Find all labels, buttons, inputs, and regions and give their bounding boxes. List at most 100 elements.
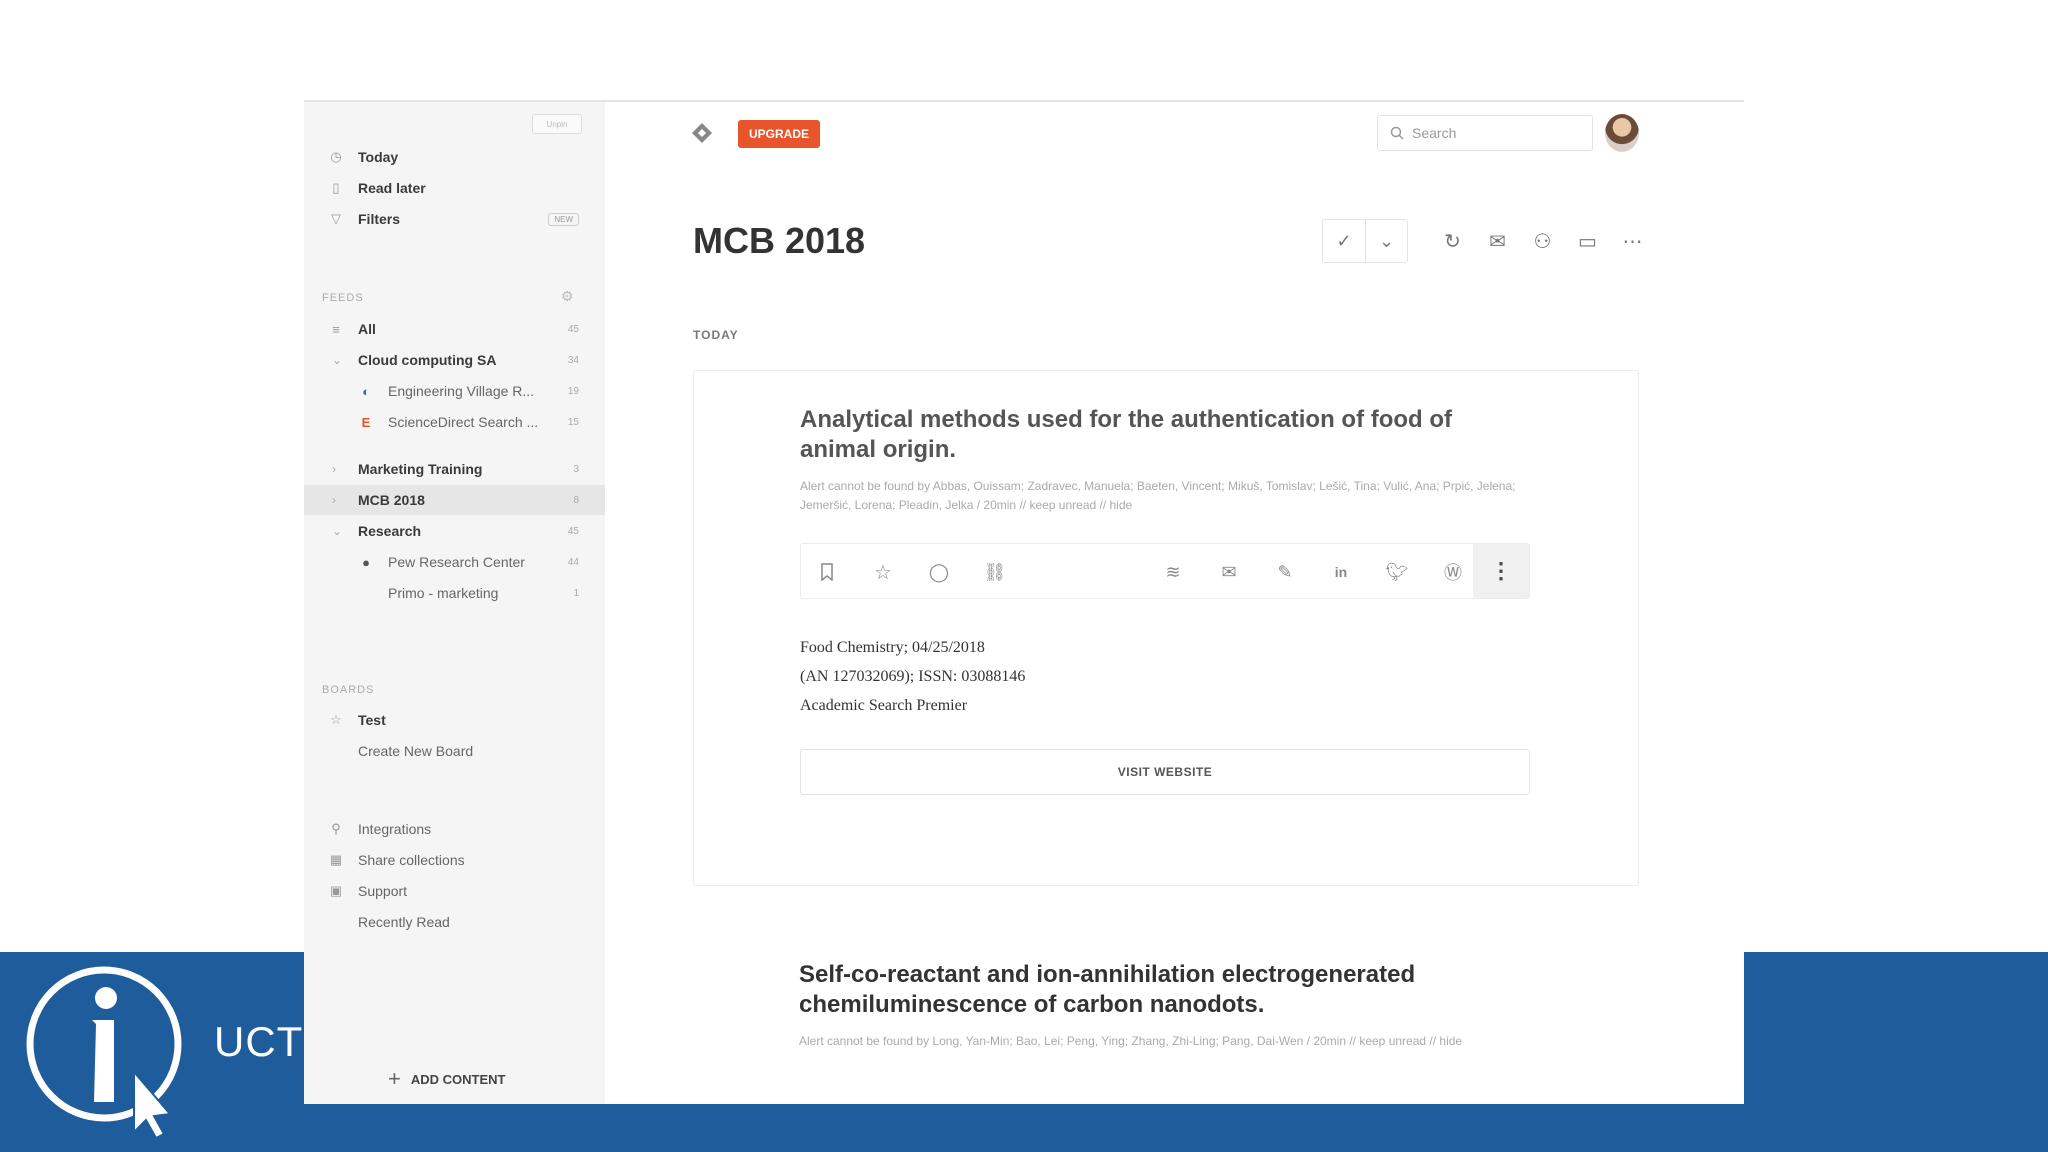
buffer-icon[interactable]: ≋: [1159, 558, 1187, 586]
unread-count: 1: [573, 587, 579, 599]
linkedin-icon[interactable]: in: [1327, 558, 1355, 586]
grid-icon: ▦: [329, 852, 343, 867]
unread-count: 45: [567, 323, 579, 335]
board-label: Create New Board: [358, 743, 474, 759]
article-source-line: Food Chemistry; 04/25/2018: [800, 639, 985, 656]
avatar[interactable]: [1605, 114, 1639, 152]
list-icon: ≡: [332, 321, 340, 337]
bookmark-icon[interactable]: [813, 558, 841, 586]
sidebar-item-label: Share collections: [358, 852, 465, 868]
article-body: Food Chemistry; 04/25/2018 (AN 127032069…: [800, 633, 1025, 720]
feed-label: ScienceDirect Search ...: [388, 414, 539, 430]
pew-research-icon: ●: [362, 554, 370, 570]
unpin-sidebar-button[interactable]: Unpin: [532, 114, 582, 134]
org-name: UCT: [214, 1018, 304, 1065]
search-icon: [1390, 126, 1404, 140]
link-icon[interactable]: ⛓: [981, 558, 1009, 586]
article-meta: Alert cannot be found by Abbas, Ouissam;…: [800, 479, 1516, 512]
unread-count: 19: [567, 385, 579, 397]
feeds-header: FEEDS: [322, 292, 364, 304]
wordpress-icon[interactable]: Ⓦ: [1439, 558, 1467, 586]
visit-website-button[interactable]: VISIT WEBSITE: [800, 749, 1530, 795]
add-content-button[interactable]: + ADD CONTENT: [388, 1066, 505, 1092]
title-actions: ✓ ⌄ ↻ ✉ ⚇ ▭ ⋯: [1322, 219, 1655, 263]
feed-label: Engineering Village R...: [388, 383, 535, 399]
article-card: Analytical methods used for the authenti…: [693, 370, 1639, 886]
feed-label: All: [358, 321, 376, 337]
add-content-label: ADD CONTENT: [410, 1071, 506, 1087]
feed-label: Primo - marketing: [388, 585, 499, 601]
feed-label: MCB 2018: [358, 492, 425, 508]
clock-icon: ◷: [330, 149, 342, 164]
star-icon[interactable]: ☆: [869, 558, 897, 586]
sidebar-item-today[interactable]: ◷ Today: [304, 142, 605, 172]
share-team-icon[interactable]: ⚇: [1520, 219, 1565, 263]
article-title[interactable]: Analytical methods used for the authenti…: [800, 405, 1520, 465]
feed-item-research[interactable]: ⌄ Research 45: [304, 516, 605, 546]
feedly-logo-icon[interactable]: [691, 122, 713, 144]
chevron-down-icon[interactable]: ⌄: [1365, 220, 1407, 262]
article-title[interactable]: Self-co-reactant and ion-annihilation el…: [799, 960, 1519, 1020]
board-label: Test: [358, 712, 386, 728]
boards-header: BOARDS: [322, 684, 375, 696]
email-icon[interactable]: ✉: [1475, 219, 1520, 263]
refresh-icon[interactable]: ↻: [1430, 219, 1475, 263]
feed-item-sciencedirect[interactable]: E ScienceDirect Search ... 15: [304, 407, 605, 437]
evernote-icon[interactable]: ✎: [1271, 558, 1299, 586]
email-icon[interactable]: ✉: [1215, 558, 1243, 586]
feed-item-cloud-computing-sa[interactable]: ⌄ Cloud computing SA 34: [304, 345, 605, 375]
plug-icon: ⚲: [331, 821, 341, 836]
sidebar-item-share-collections[interactable]: ▦ Share collections: [304, 845, 605, 875]
feed-item-engineering-village[interactable]: ◐ Engineering Village R... 19: [304, 376, 605, 406]
unread-count: 44: [567, 556, 579, 568]
more-options-icon[interactable]: ⋯: [1610, 219, 1655, 263]
more-vertical-icon[interactable]: ⋮: [1473, 544, 1529, 598]
feed-label: Cloud computing SA: [358, 352, 497, 368]
section-today-label: TODAY: [693, 328, 739, 342]
create-new-board-link[interactable]: Create New Board: [304, 736, 605, 766]
twitter-icon[interactable]: 🐦︎: [1383, 558, 1411, 586]
unread-count: 45: [567, 525, 579, 537]
sidebar-item-integrations[interactable]: ⚲ Integrations: [304, 814, 605, 844]
mark-as-read-button[interactable]: ✓: [1323, 220, 1365, 262]
article-action-bar: ☆ ◯ ⛓ ≋ ✉ ✎ in 🐦︎ Ⓦ ⋮: [800, 543, 1530, 599]
feed-item-mcb-2018[interactable]: › MCB 2018 8: [304, 485, 605, 515]
main-content: UPGRADE Search MCB 2018 ✓ ⌄ ↻ ✉ ⚇ ▭ ⋯ TO…: [605, 102, 1744, 1104]
chevron-down-icon[interactable]: ⌄: [332, 353, 342, 367]
sciencedirect-icon: E: [361, 414, 371, 430]
feed-item-marketing-training[interactable]: › Marketing Training 3: [304, 454, 605, 484]
plus-icon: +: [388, 1066, 401, 1091]
gear-icon[interactable]: ⚙: [561, 288, 574, 305]
article-meta: Alert cannot be found by Long, Yan-Min; …: [799, 1034, 1463, 1048]
uct-info-logo-icon: [26, 966, 182, 1140]
search-input[interactable]: Search: [1377, 115, 1593, 151]
filter-icon: ▽: [331, 211, 341, 226]
sidebar-item-label: Read later: [358, 180, 426, 196]
article-database-line: Academic Search Premier: [800, 697, 968, 714]
layout-icon[interactable]: ▭: [1565, 219, 1610, 263]
sidebar-item-filters[interactable]: ▽ Filters NEW: [304, 204, 605, 234]
feed-item-all[interactable]: ≡ All 45: [304, 314, 605, 344]
feed-item-pew-research[interactable]: ● Pew Research Center 44: [304, 547, 605, 577]
board-item-test[interactable]: ☆ Test: [304, 705, 605, 735]
sidebar-item-recently-read[interactable]: Recently Read: [304, 907, 605, 937]
feed-label: Pew Research Center: [388, 554, 525, 570]
sidebar-item-label: Today: [358, 149, 399, 165]
search-placeholder: Search: [1412, 125, 1457, 141]
chevron-right-icon[interactable]: ›: [332, 493, 336, 507]
unread-count: 15: [567, 416, 579, 428]
comment-icon[interactable]: ◯: [925, 558, 953, 586]
sidebar-item-label: Support: [358, 883, 408, 899]
chevron-right-icon[interactable]: ›: [332, 462, 336, 476]
feed-label: Research: [358, 523, 422, 539]
chevron-down-icon[interactable]: ⌄: [332, 524, 342, 538]
page-title: MCB 2018: [693, 220, 866, 261]
sidebar-item-label: Filters: [358, 211, 401, 227]
upgrade-button[interactable]: UPGRADE: [738, 120, 820, 148]
new-badge: NEW: [548, 212, 579, 226]
sidebar-item-read-later[interactable]: ▯ Read later: [304, 173, 605, 203]
feed-item-primo-marketing[interactable]: Primo - marketing 1: [304, 578, 605, 608]
unread-count: 34: [567, 354, 579, 366]
star-icon: ☆: [330, 712, 342, 727]
sidebar-item-support[interactable]: ▣ Support: [304, 876, 605, 906]
